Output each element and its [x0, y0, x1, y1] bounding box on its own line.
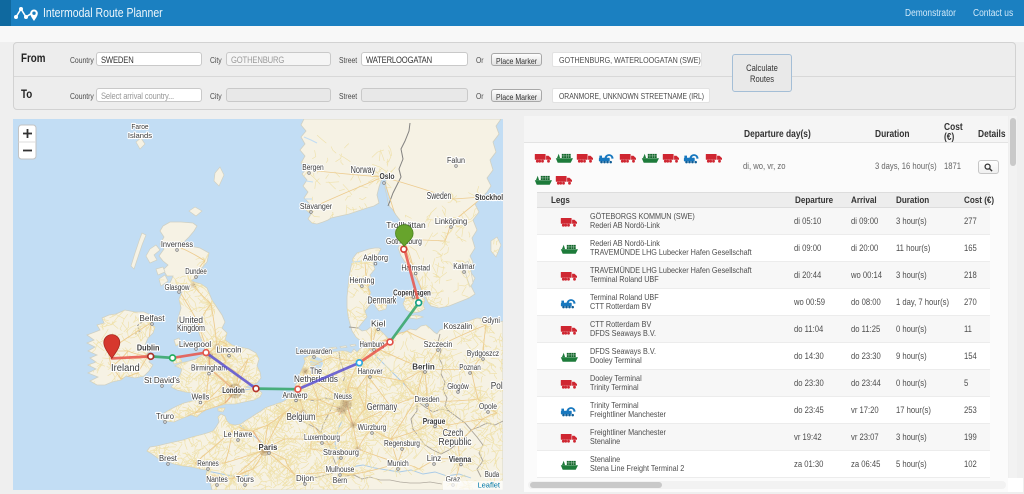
svg-text:Lincoln: Lincoln [216, 346, 241, 355]
svg-text:Truro: Truro [156, 412, 175, 421]
svg-text:Le Havre: Le Havre [224, 430, 253, 439]
svg-text:Pola: Pola [491, 381, 503, 392]
svg-text:Denmark: Denmark [368, 296, 397, 307]
svg-text:Bern: Bern [333, 476, 347, 485]
svg-text:Faroe: Faroe [131, 122, 148, 131]
svg-text:Rennes: Rennes [197, 459, 219, 468]
svg-text:Szczecin: Szczecin [424, 340, 453, 349]
svg-text:Berlin: Berlin [412, 363, 435, 372]
svg-text:London: London [222, 386, 245, 395]
svg-text:Dublin: Dublin [137, 344, 160, 353]
svg-text:Hanover: Hanover [357, 367, 382, 376]
svg-text:Koszalin: Koszalin [444, 322, 473, 331]
svg-text:St David's: St David's [144, 376, 180, 385]
svg-text:Ireland: Ireland [111, 363, 140, 374]
svg-text:Dundee: Dundee [185, 267, 207, 276]
svg-text:Munich: Munich [387, 459, 409, 468]
svg-text:Norway: Norway [351, 165, 376, 176]
svg-text:Sweden: Sweden [427, 191, 452, 202]
svg-text:Luxembourg: Luxembourg [304, 433, 340, 442]
svg-text:Wells: Wells [191, 393, 209, 402]
svg-text:Neuss: Neuss [334, 392, 352, 401]
svg-text:Herning: Herning [349, 276, 374, 285]
svg-text:Leeuwarden: Leeuwarden [296, 347, 332, 356]
svg-text:Leaflet: Leaflet [477, 481, 500, 490]
svg-text:Kalmar: Kalmar [453, 262, 475, 271]
svg-text:Stockholm: Stockholm [475, 193, 503, 202]
svg-text:Vienna: Vienna [449, 455, 472, 464]
svg-text:Regensburg: Regensburg [384, 439, 420, 448]
svg-text:Glasgow: Glasgow [164, 283, 189, 292]
svg-text:Republic: Republic [439, 437, 472, 448]
svg-text:Poznan: Poznan [459, 363, 481, 372]
svg-text:Bydgoszcz: Bydgoszcz [467, 349, 499, 358]
svg-text:Linköping: Linköping [435, 217, 467, 226]
svg-text:Dresden: Dresden [414, 395, 439, 404]
svg-text:Belfast: Belfast [139, 314, 165, 323]
svg-text:Buda: Buda [485, 470, 500, 479]
svg-text:Halmstad: Halmstad [401, 264, 430, 273]
svg-text:Islands: Islands [128, 131, 152, 140]
svg-text:Linz: Linz [427, 454, 441, 463]
svg-text:Brest: Brest [159, 454, 178, 463]
svg-text:Inverness: Inverness [161, 240, 193, 249]
svg-text:Opole: Opole [479, 402, 497, 411]
svg-text:Germany: Germany [367, 402, 398, 413]
svg-text:Belgium: Belgium [287, 412, 316, 423]
svg-text:Würzburg: Würzburg [358, 423, 387, 432]
svg-text:Tours: Tours [236, 475, 254, 484]
svg-text:Nantes: Nantes [206, 475, 228, 484]
svg-text:Kingdom: Kingdom [177, 323, 205, 334]
svg-text:Mulhouse: Mulhouse [326, 465, 355, 474]
svg-text:Kiel: Kiel [371, 319, 386, 328]
svg-text:Gdyni: Gdyni [482, 316, 500, 325]
svg-text:Bergen: Bergen [302, 163, 324, 172]
svg-text:Antwerp: Antwerp [282, 391, 308, 400]
svg-text:Głogów: Głogów [447, 382, 469, 391]
svg-text:Oslo: Oslo [379, 172, 394, 181]
svg-text:Strasbourg: Strasbourg [323, 448, 359, 457]
svg-text:Dijon: Dijon [296, 474, 314, 483]
svg-text:Stavanger: Stavanger [300, 202, 333, 211]
svg-text:Prague: Prague [423, 417, 446, 426]
svg-text:Falun: Falun [447, 156, 465, 165]
svg-text:Aalborg: Aalborg [363, 254, 388, 263]
svg-text:Paris: Paris [259, 443, 278, 452]
